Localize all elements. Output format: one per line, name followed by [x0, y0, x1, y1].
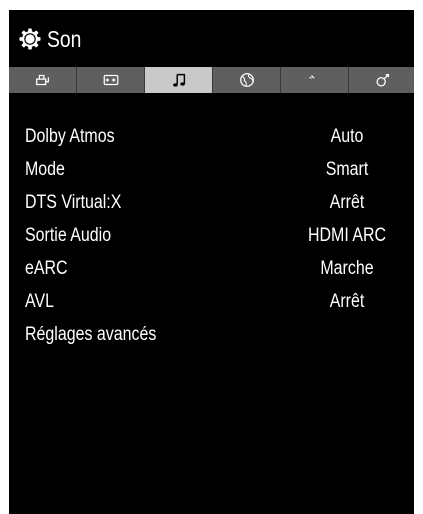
satellite-dish-icon [308, 75, 319, 85]
picture-icon [35, 74, 49, 86]
menu-title: Son [47, 26, 82, 52]
setting-row-earc[interactable]: eARC Marche [9, 254, 414, 284]
setting-value: Arrêt [329, 291, 365, 312]
tab-system[interactable] [349, 67, 416, 93]
settings-wrench-icon [376, 73, 389, 87]
setting-row-reglages-avances[interactable]: Réglages avancés [9, 320, 414, 350]
tab-installation[interactable] [281, 67, 348, 93]
globe-icon [239, 73, 254, 87]
setting-value: Smart [325, 159, 369, 180]
setting-row-sortie-audio[interactable]: Sortie Audio HDMI ARC [9, 221, 414, 251]
setting-value: Arrêt [329, 192, 365, 213]
setting-row-dolby-atmos[interactable]: Dolby Atmos Auto [9, 122, 414, 152]
setting-label: eARC [25, 258, 68, 279]
tab-picture[interactable] [9, 67, 76, 93]
sound-menu: Son Dolby Atmos Auto Mode Smart DTS Virt… [9, 10, 414, 514]
tab-network[interactable] [213, 67, 280, 93]
setting-value: Auto [330, 126, 364, 147]
setting-label: AVL [25, 291, 54, 312]
tab-input[interactable] [77, 67, 144, 93]
menu-header: Son [9, 10, 414, 66]
setting-row-avl[interactable]: AVL Arrêt [9, 287, 414, 317]
setting-label: DTS Virtual:X [25, 192, 122, 213]
setting-label: Sortie Audio [25, 225, 112, 246]
music-note-icon [172, 73, 185, 87]
setting-label: Dolby Atmos [25, 126, 115, 147]
setting-label: Réglages avancés [25, 324, 157, 345]
setting-value: Marche [320, 258, 374, 279]
setting-label: Mode [25, 159, 65, 180]
setting-value: HDMI ARC [307, 225, 387, 246]
input-icon [103, 74, 118, 86]
gear-icon [19, 28, 41, 50]
setting-row-dts-virtual-x[interactable]: DTS Virtual:X Arrêt [9, 188, 414, 218]
tab-sound[interactable] [145, 67, 212, 93]
setting-row-mode[interactable]: Mode Smart [9, 155, 414, 185]
category-tab-bar [9, 67, 414, 93]
